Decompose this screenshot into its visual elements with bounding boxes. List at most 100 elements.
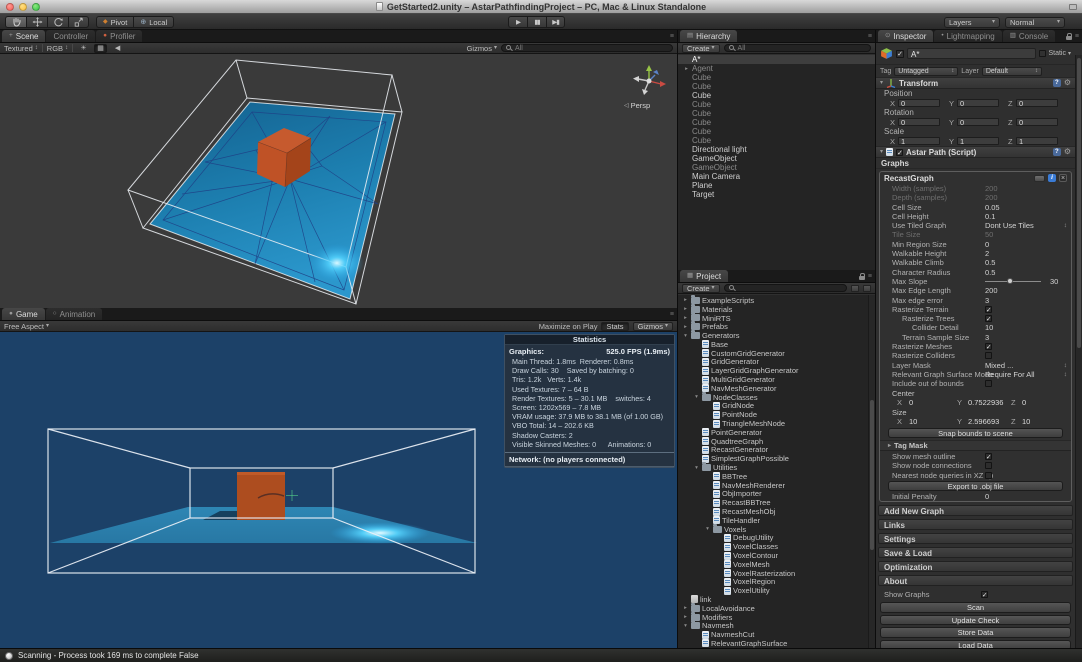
- enum-arrows-icon[interactable]: ↕: [1064, 361, 1067, 370]
- hierarchy-item[interactable]: GameObject: [678, 154, 875, 163]
- rotation-y-field[interactable]: 0: [957, 118, 999, 126]
- project-item[interactable]: GridGenerator: [678, 358, 868, 367]
- position-x-field[interactable]: 0: [898, 99, 940, 107]
- expand-arrow-icon[interactable]: ▾: [693, 465, 700, 471]
- project-item[interactable]: VoxelRegion: [678, 578, 868, 587]
- maximize-on-play-toggle[interactable]: Maximize on Play: [539, 322, 598, 331]
- property-value[interactable]: 0.5: [985, 258, 995, 267]
- move-tool-button[interactable]: [26, 16, 47, 28]
- lock-icon[interactable]: [859, 276, 865, 280]
- graph-visibility-icon[interactable]: [1034, 175, 1045, 182]
- property-value[interactable]: Mixed ...: [985, 361, 1013, 370]
- play-button[interactable]: ▶: [508, 16, 527, 28]
- tab-inspector[interactable]: ⊙Inspector: [878, 30, 933, 42]
- project-item[interactable]: RecastBBTree: [678, 498, 868, 507]
- tab-hierarchy[interactable]: ▤Hierarchy: [680, 30, 737, 42]
- layout-dropdown[interactable]: Normal ▾: [1005, 17, 1065, 28]
- rotate-tool-button[interactable]: [47, 16, 68, 28]
- panel-menu-icon[interactable]: ≡: [1075, 33, 1079, 40]
- color-mode-dropdown[interactable]: RGB↕: [47, 44, 68, 53]
- section-save-load[interactable]: Save & Load: [878, 547, 1073, 558]
- lock-icon[interactable]: [1066, 36, 1072, 40]
- project-item[interactable]: ▾NodeClasses: [678, 393, 868, 402]
- component-enabled-checkbox[interactable]: ✓: [896, 149, 903, 156]
- project-item[interactable]: ▸ExampleScripts: [678, 296, 868, 305]
- foldout-arrow-icon[interactable]: ▾: [880, 149, 883, 155]
- property-value[interactable]: Require For All: [985, 370, 1035, 379]
- snap-bounds-to-scene-button[interactable]: Snap bounds to scene: [888, 428, 1063, 438]
- project-item[interactable]: SimplestGraphPossible: [678, 454, 868, 463]
- project-item[interactable]: RecastMeshObj: [678, 507, 868, 516]
- project-item[interactable]: ▸LocalAvoidance: [678, 604, 868, 613]
- nearest-node-queries-in-xz-sp-checkbox[interactable]: [985, 472, 992, 479]
- section-optimization[interactable]: Optimization: [878, 561, 1073, 572]
- tag-mask-foldout[interactable]: ▸Tag Mask: [880, 440, 1071, 451]
- pivot-toggle-button[interactable]: ◆ Pivot: [96, 16, 133, 28]
- property-value[interactable]: 2: [985, 249, 989, 258]
- hierarchy-item[interactable]: Cube: [678, 127, 875, 136]
- enum-arrows-icon[interactable]: ↕: [1064, 370, 1067, 379]
- scene-gizmos-dropdown[interactable]: Gizmos▾: [467, 44, 497, 53]
- scale-y-field[interactable]: 1: [957, 137, 999, 145]
- scale-tool-button[interactable]: [68, 16, 89, 28]
- close-window-button[interactable]: [6, 3, 14, 11]
- update-check-button[interactable]: Update Check: [880, 615, 1071, 626]
- tab-console[interactable]: ▥Console: [1003, 30, 1056, 42]
- project-item[interactable]: Base: [678, 340, 868, 349]
- project-item[interactable]: ▾Generators: [678, 331, 868, 340]
- create-button[interactable]: Create▾: [682, 284, 720, 293]
- vector-value[interactable]: 0.7522936: [968, 398, 1003, 408]
- slider-knob[interactable]: [1007, 278, 1013, 284]
- scale-x-field[interactable]: 1: [898, 137, 940, 145]
- panel-menu-icon[interactable]: ≡: [868, 33, 872, 40]
- expand-arrow-icon[interactable]: ▸: [682, 297, 689, 303]
- hierarchy-item[interactable]: Cube: [678, 109, 875, 118]
- project-item[interactable]: BBTree: [678, 472, 868, 481]
- project-item[interactable]: ▸Materials: [678, 305, 868, 314]
- export-to-obj-file-button[interactable]: Export to .obj file: [888, 481, 1063, 491]
- hierarchy-item[interactable]: Cube: [678, 136, 875, 145]
- astar-path-header[interactable]: ▾ ✓ Astar Path (Script) ? ⚙: [876, 146, 1075, 158]
- hierarchy-item[interactable]: Cube: [678, 82, 875, 91]
- scrollbar-thumb[interactable]: [1077, 58, 1081, 348]
- project-item[interactable]: ▸Prefabs: [678, 322, 868, 331]
- project-item[interactable]: VoxelUtility: [678, 586, 868, 595]
- expand-arrow-icon[interactable]: ▾: [682, 623, 689, 629]
- rasterize-meshes-checkbox[interactable]: ✓: [985, 343, 992, 350]
- slider-value[interactable]: 30: [1050, 277, 1058, 286]
- project-item[interactable]: ▾Voxels: [678, 525, 868, 534]
- scene-viewport[interactable]: ◁ Persp: [0, 54, 677, 308]
- vector-value[interactable]: 0: [909, 398, 913, 408]
- show-node-connections-checkbox[interactable]: [985, 462, 992, 469]
- property-value[interactable]: 0: [985, 492, 989, 501]
- expand-arrow-icon[interactable]: ▾: [704, 526, 711, 532]
- panel-menu-icon[interactable]: ≡: [868, 273, 872, 280]
- section-settings[interactable]: Settings: [878, 533, 1073, 544]
- tab-animation[interactable]: ○Animation: [46, 308, 103, 320]
- info-icon[interactable]: i: [1048, 174, 1056, 182]
- tab-lightmapping[interactable]: •Lightmapping: [934, 30, 1001, 42]
- foldout-arrow-icon[interactable]: ▾: [880, 80, 883, 86]
- project-item[interactable]: MultiGridGenerator: [678, 375, 868, 384]
- hierarchy-item[interactable]: GameObject: [678, 163, 875, 172]
- project-item[interactable]: NavMeshGenerator: [678, 384, 868, 393]
- static-checkbox[interactable]: [1039, 50, 1046, 57]
- project-item[interactable]: ▾Navmesh: [678, 621, 868, 630]
- gear-icon[interactable]: ⚙: [1064, 148, 1071, 156]
- perspective-label[interactable]: ◁ Persp: [624, 101, 650, 110]
- tab-project[interactable]: ▦Project: [680, 270, 728, 282]
- hierarchy-item[interactable]: ▸Agent: [678, 64, 875, 73]
- rasterize-colliders-checkbox[interactable]: [985, 352, 992, 359]
- delete-graph-icon[interactable]: ×: [1059, 174, 1067, 182]
- slider-track[interactable]: [985, 281, 1041, 282]
- load-data-button[interactable]: Load Data: [880, 640, 1071, 648]
- project-item[interactable]: PointGenerator: [678, 428, 868, 437]
- scrollbar-thumb[interactable]: [870, 400, 874, 550]
- section-about[interactable]: About: [878, 575, 1073, 586]
- property-value[interactable]: 0.05: [985, 203, 1000, 212]
- tab-controller[interactable]: Controller: [46, 30, 95, 42]
- include-out-of-bounds-checkbox[interactable]: [985, 380, 992, 387]
- position-y-field[interactable]: 0: [957, 99, 999, 107]
- help-icon[interactable]: ?: [1053, 148, 1061, 156]
- panel-menu-icon[interactable]: ≡: [670, 311, 674, 318]
